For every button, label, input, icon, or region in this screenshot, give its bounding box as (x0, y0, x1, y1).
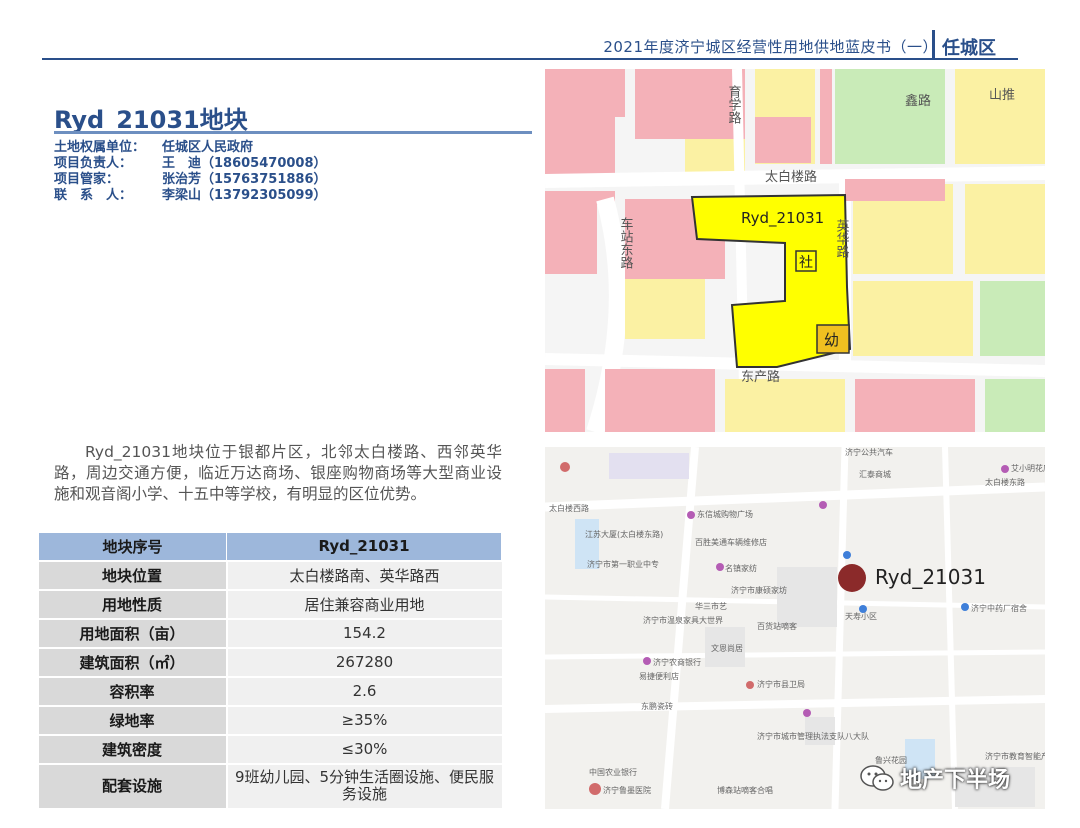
planning-map: Ryd_21031 社 幼 太白楼路 东产路 鑫路 山推 育学路 车站东路 英华… (545, 69, 1045, 432)
poi-label: 东鹏瓷砖 (641, 701, 673, 711)
contact-row-owner: 土地权属单位： 任城区人民政府 (54, 140, 494, 156)
poi-label: 太白楼东路 (985, 477, 1025, 487)
watermark-text: 地产下半场 (900, 768, 1011, 793)
table-row-key: 建筑面积（㎡） (38, 646, 228, 677)
road-bottom-label: 东产路 (741, 369, 780, 385)
table-row-key: 建筑密度 (38, 733, 228, 764)
contact-label: 联 系 人： (54, 188, 133, 203)
header-title: 2021年度济宁城区经营性用地供地蓝皮书（一） (603, 38, 938, 56)
contact-row-contact: 联 系 人： 李梁山（13792305099） (54, 188, 494, 204)
header-district: 任城区 (942, 38, 996, 59)
poi-label: 济宁公共汽车 (845, 447, 893, 457)
contact-value: 李梁山（13792305099） (162, 188, 327, 203)
road-vertical-left-label: 车站东路 (618, 216, 634, 269)
poi-label: 江苏大厦(太白楼东路) (585, 529, 663, 539)
parcel-info-table: 地块序号 Ryd_21031 地块位置 太白楼路南、英华路西 用地性质 居住兼容… (38, 532, 502, 808)
table-row: 用地面积（亩） 154.2 (38, 617, 502, 648)
poi-label: 百货站嘀客 (757, 621, 797, 631)
poi-label: 博森站嘀客合唱 (717, 785, 773, 795)
table-row: 建筑面积（㎡） 267280 (38, 646, 502, 677)
table-row-key: 容积率 (38, 675, 228, 706)
road-far-right-label: 山推 (989, 88, 1015, 103)
poi-label: 华三市艺 (695, 601, 727, 611)
location-map-svg: 济宁公共汽车 汇泰商城 艾小明花店 太白楼东路 太白楼西路 江苏大厦(太白楼东路… (545, 447, 1045, 809)
poi-label: 天寿小区 (845, 611, 877, 621)
table-row-value: 2.6 (226, 675, 502, 706)
poi-label: 济宁市城市管理执法支队八大队 (757, 731, 869, 741)
road-top-left-label: 育学路 (726, 84, 742, 124)
road-taibai-label: 太白楼路 (765, 169, 817, 185)
road-yinghua-label: 英华路 (834, 219, 850, 258)
contact-row-manager: 项目负责人： 王 迪（18605470008） (54, 156, 494, 172)
poi-label: 中国农业银行 (589, 767, 637, 777)
target-marker-label: Ryd_21031 (875, 565, 986, 589)
table-row-key: 用地面积（亩） (38, 617, 228, 648)
parcel-description: Ryd_21031地块位于银都片区，北邻太白楼路、西邻英华路，周边交通方便，临近… (54, 443, 502, 503)
poi-label: 济宁市康硕家坊 (731, 585, 787, 595)
contact-value: 任城区人民政府 (162, 140, 254, 155)
contact-label: 土地权属单位： (54, 140, 146, 155)
title-underline (54, 131, 532, 134)
poi-label: 艾小明花店 (1011, 463, 1045, 473)
contact-value: 张治芳（15763751886） (162, 172, 327, 187)
poi-label: 名镇家纺 (725, 563, 757, 573)
contact-value: 王 迪（18605470008） (162, 156, 327, 171)
table-row-value: 267280 (226, 646, 502, 677)
table-row-value: ≤30% (226, 733, 502, 764)
poi-label: 济宁市县卫局 (757, 679, 805, 689)
contact-list: 土地权属单位： 任城区人民政府 项目负责人： 王 迪（18605470008） … (54, 140, 494, 204)
poi-label: 易捷便利店 (639, 671, 679, 681)
header-rule (42, 58, 1018, 60)
contact-label: 项目管家： (54, 172, 120, 187)
header-divider (932, 30, 935, 58)
contact-row-steward: 项目管家： 张治芳（15763751886） (54, 172, 494, 188)
poi-label: 文恩尚居 (711, 643, 743, 653)
poi-label: 济宁市温泉家具大世界 (643, 615, 723, 625)
table-row: 绿地率 ≥35% (38, 704, 502, 735)
table-row: 用地性质 居住兼容商业用地 (38, 588, 502, 619)
location-map: 济宁公共汽车 汇泰商城 艾小明花店 太白楼东路 太白楼西路 江苏大厦(太白楼东路… (545, 447, 1045, 809)
road-top-right-label: 鑫路 (905, 93, 931, 109)
table-row-value: 9班幼儿园、5分钟生活圈设施、便民服务设施 (226, 762, 502, 808)
table-row-key: 地块位置 (38, 559, 228, 590)
table-row-key: 绿地率 (38, 704, 228, 735)
poi-label: 济宁农商银行 (653, 657, 701, 667)
poi-label: 百胜美通车辆维修店 (695, 537, 767, 547)
table-row-value: 太白楼路南、英华路西 (226, 559, 502, 590)
table-row-value: 154.2 (226, 617, 502, 648)
poi-label: 东信城购物广场 (697, 509, 753, 519)
kindergarten-badge: 幼 (824, 331, 839, 349)
wechat-icon (860, 765, 894, 791)
table-header-value: Ryd_21031 (226, 532, 502, 561)
target-marker (838, 564, 866, 592)
community-badge: 社 (799, 255, 813, 271)
poi-label: 济宁中药厂宿舍 (971, 603, 1027, 613)
table-header-row: 地块序号 Ryd_21031 (38, 532, 502, 561)
poi-label: 太白楼西路 (549, 503, 589, 513)
contact-label: 项目负责人： (54, 156, 133, 171)
table-row-value: ≥35% (226, 704, 502, 735)
table-row: 地块位置 太白楼路南、英华路西 (38, 559, 502, 590)
poi-label: 济宁市第一职业中专 (587, 559, 659, 569)
table-header-key: 地块序号 (38, 532, 227, 561)
table-row: 容积率 2.6 (38, 675, 502, 706)
map-parcel-label: Ryd_21031 (741, 209, 824, 228)
watermark: 地产下半场 (860, 762, 1010, 794)
table-row-key: 配套设施 (38, 762, 228, 808)
table-row: 建筑密度 ≤30% (38, 733, 502, 764)
page-header: 2021年度济宁城区经营性用地供地蓝皮书（一） 任城区 (0, 0, 1080, 64)
table-row-value: 居住兼容商业用地 (226, 588, 502, 619)
table-row-key: 用地性质 (38, 588, 228, 619)
poi-label: 济宁鲁墨医院 (603, 785, 651, 795)
poi-label: 济宁市教育智能产业园 (985, 751, 1045, 761)
parcel-title: Ryd_21031地块 (54, 106, 248, 134)
planning-map-svg: Ryd_21031 社 幼 太白楼路 东产路 鑫路 山推 育学路 车站东路 英华… (545, 69, 1045, 432)
table-row: 配套设施 9班幼儿园、5分钟生活圈设施、便民服务设施 (38, 762, 502, 808)
poi-label: 汇泰商城 (859, 469, 891, 479)
